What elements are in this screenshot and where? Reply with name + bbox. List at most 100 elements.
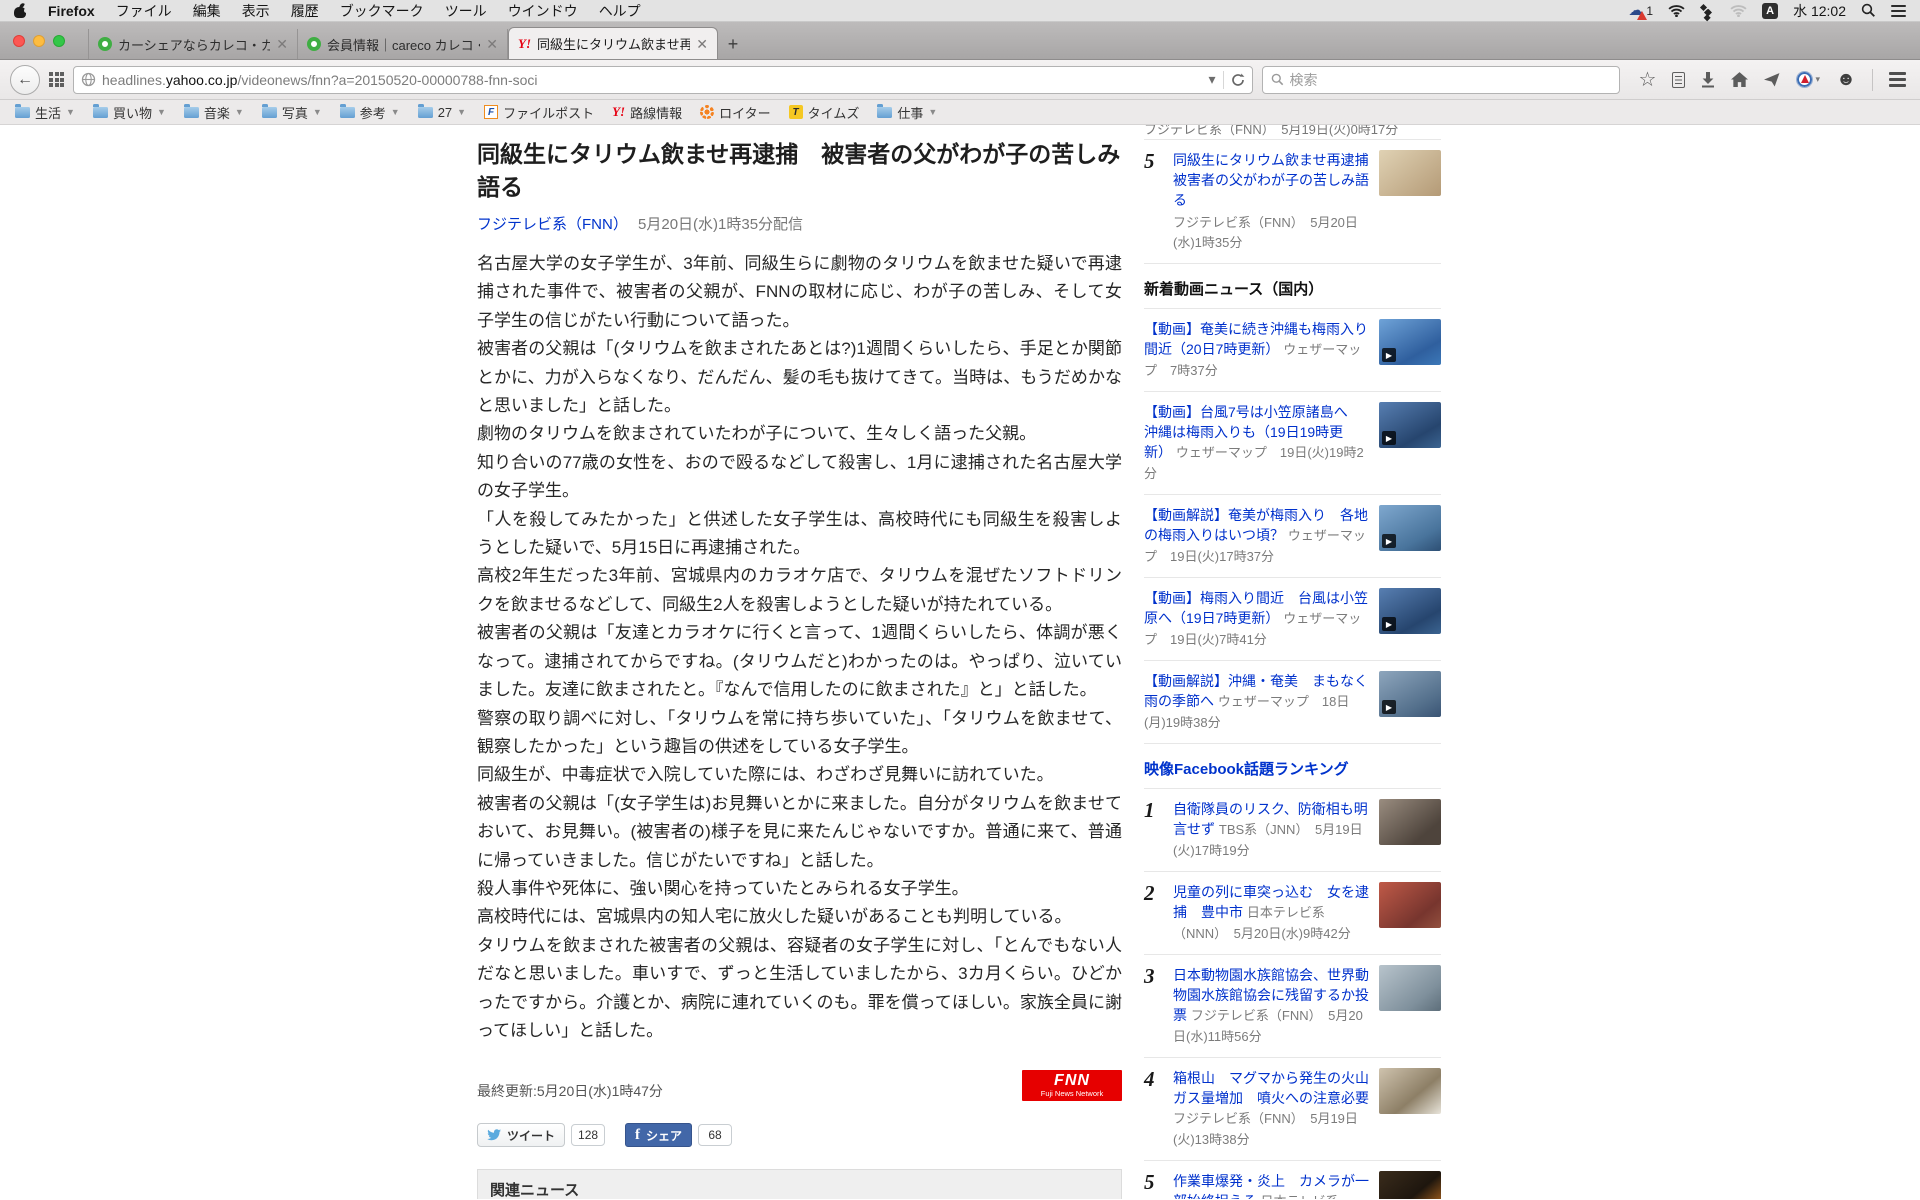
rank-number: 3 [1144,965,1164,1047]
tweet-button[interactable]: ツイート [477,1123,565,1147]
fnn-logo: FNN Fuji News Network [1022,1070,1122,1101]
tab-close-icon[interactable]: ✕ [486,37,498,51]
urlbar-dropdown-icon[interactable]: ▾ [1209,71,1216,88]
facebook-share-button[interactable]: f シェア [625,1123,692,1147]
menu-history[interactable]: 履歴 [291,1,319,21]
tab-careco-member[interactable]: 会員情報｜careco カレコ・... ✕ [298,29,508,59]
menu-file[interactable]: ファイル [116,1,172,21]
home-icon[interactable] [1731,72,1748,87]
window-zoom-button[interactable] [53,35,65,47]
tweet-count: 128 [571,1124,605,1146]
chevron-down-icon: ▼ [391,107,400,117]
menu-tools[interactable]: ツール [445,1,487,21]
facebook-icon: f [635,1127,640,1144]
url-bar[interactable]: headlines.yahoo.co.jp/videonews/fnn?a=20… [73,66,1253,94]
facebook-ranking-item: 4 箱根山 マグマから発生の火山ガス量増加 噴火への注意必要 フジテレビ系（FN… [1144,1058,1441,1161]
video-thumbnail[interactable]: ▶ [1379,402,1441,448]
video-thumbnail[interactable]: ▶ [1379,588,1441,634]
ranking-item-5: 5 同級生にタリウム飲ませ再逮捕 被害者の父がわが子の苦しみ語る フジテレビ系（… [1144,139,1441,264]
folder-icon [184,107,199,118]
news-thumbnail[interactable] [1379,1171,1441,1199]
back-button[interactable]: ← [10,65,40,95]
search-input[interactable] [1290,72,1611,88]
wifi-icon[interactable] [1668,4,1685,17]
menu-help[interactable]: ヘルプ [599,1,641,21]
chevron-down-icon: ▼ [235,107,244,117]
bookmark-folder-27[interactable]: 27▼ [411,100,473,124]
tab-close-icon[interactable]: ✕ [696,37,708,51]
news-thumbnail[interactable] [1379,965,1441,1011]
menu-firefox[interactable]: Firefox [48,3,95,19]
bookmark-folder-life[interactable]: 生活▼ [8,100,82,124]
yahoo-icon: Y! [612,104,625,120]
source-link[interactable]: フジテレビ系（FNN） [477,216,628,233]
tab-careco-home[interactable]: カーシェアならカレコ・カ... ✕ [88,29,298,59]
share-icon[interactable] [1764,73,1780,87]
yahoo-favicon-icon: Y! [518,36,531,52]
facebook-ranking-item: 2 児童の列に車突っ込む 女を逮捕 豊中市 日本テレビ系（NNN） 5月20日(… [1144,872,1441,955]
downloads-icon[interactable] [1701,72,1715,88]
facebook-ranking-header[interactable]: 映像Facebook話題ランキング [1144,744,1441,788]
menu-icon[interactable] [1889,72,1906,87]
caret-down-icon[interactable]: ▾ [1815,74,1820,85]
chevron-down-icon: ▼ [313,107,322,117]
folder-icon [340,107,355,118]
video-list-item: 【動画】台風7号は小笠原諸島へ 沖縄は梅雨入りも（19日19時更新） ウェザーマ… [1144,392,1441,495]
folder-icon [418,107,433,118]
article-byline: フジテレビ系（FNN） 5月20日(水)1時35分配信 [477,213,1122,234]
apple-icon[interactable] [14,3,27,18]
video-thumbnail[interactable]: ▶ [1379,671,1441,717]
tab-close-icon[interactable]: ✕ [276,37,288,51]
dropbox-icon[interactable] [1700,4,1715,18]
bookmark-folder-photo[interactable]: 写真▼ [255,100,329,124]
news-thumbnail[interactable] [1379,150,1441,196]
bookmarks-menu-icon[interactable] [1672,72,1685,88]
menu-bookmarks[interactable]: ブックマーク [340,1,424,21]
video-thumbnail[interactable]: ▶ [1379,505,1441,551]
ranking-link[interactable]: 同級生にタリウム飲ませ再逮捕 被害者の父がわが子の苦しみ語る [1173,152,1383,208]
video-list-item: 【動画解説】奄美が梅雨入り 各地の梅雨入りはいつ頃？ ウェザーマップ 19日(火… [1144,495,1441,578]
bookmark-folder-shopping[interactable]: 買い物▼ [86,100,173,124]
input-source-icon[interactable]: A [1762,3,1778,19]
adobe-acrobat-icon[interactable] [1796,71,1813,88]
bookmark-reuters[interactable]: ロイター [693,100,777,124]
menu-bar-clock[interactable]: 水 12:02 [1793,1,1846,21]
chevron-down-icon: ▼ [928,107,937,117]
url-text[interactable]: headlines.yahoo.co.jp/videonews/fnn?a=20… [102,72,1203,88]
news-thumbnail[interactable] [1379,882,1441,928]
new-tab-button[interactable]: + [718,29,748,59]
news-thumbnail[interactable] [1379,1068,1441,1114]
bookmark-folder-work[interactable]: 仕事▼ [870,100,944,124]
article-paragraph: 被害者の父親は「友達とカラオケに行くと言って、1週間くらいしたら、体調が悪くなっ… [477,619,1122,704]
notification-center-icon[interactable] [1891,5,1906,17]
video-thumbnail[interactable]: ▶ [1379,319,1441,365]
reload-icon[interactable] [1231,73,1245,87]
article-paragraph: 劇物のタリウムを飲まされていたわが子について、生々しく語った父親。 [477,420,1122,448]
window-minimize-button[interactable] [33,35,45,47]
ranking-link[interactable]: 箱根山 マグマから発生の火山ガス量増加 噴火への注意必要 [1173,1070,1369,1106]
bookmark-folder-reference[interactable]: 参考▼ [333,100,407,124]
bookmark-folder-music[interactable]: 音楽▼ [177,100,251,124]
bookmark-times[interactable]: T タイムズ [782,100,867,124]
tab-groups-icon[interactable] [49,72,64,87]
wifi-inactive-icon[interactable] [1730,4,1747,17]
creative-cloud-icon[interactable]: ☁ 1 [1628,3,1653,18]
tab-yahoo-news-active[interactable]: Y! 同級生にタリウム飲ませ再... ✕ [508,27,718,59]
menu-window[interactable]: ウインドウ [508,1,578,21]
bookmarks-toolbar: 生活▼ 買い物▼ 音楽▼ 写真▼ 参考▼ 27▼ F ファイルポスト Y! 路線… [0,100,1920,125]
bookmark-filepost[interactable]: F ファイルポスト [477,100,601,124]
window-close-button[interactable] [13,35,25,47]
bookmark-yahoo-transit[interactable]: Y! 路線情報 [605,100,689,124]
news-thumbnail[interactable] [1379,799,1441,845]
ranking-meta: フジテレビ系（FNN） 5月20日(水)1時35分 [1173,213,1370,253]
twitter-bird-icon [487,1129,502,1141]
emoji-addon-icon[interactable]: ☻ [1836,70,1856,89]
spotlight-icon[interactable] [1861,3,1876,18]
rank-number: 4 [1144,1068,1164,1150]
menu-edit[interactable]: 編集 [193,1,221,21]
search-bar[interactable] [1262,66,1620,94]
search-icon [1271,73,1284,86]
folder-icon [93,107,108,118]
bookmark-star-icon[interactable]: ☆ [1639,70,1657,90]
menu-view[interactable]: 表示 [242,1,270,21]
